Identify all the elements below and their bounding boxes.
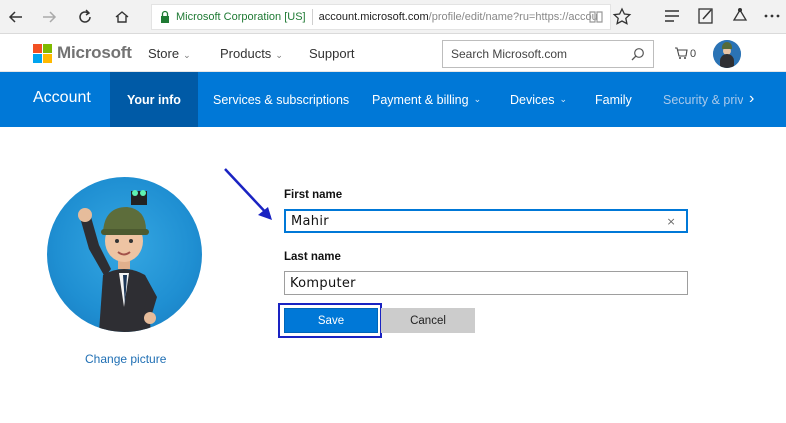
back-icon[interactable] — [4, 5, 28, 29]
notes-icon[interactable] — [696, 6, 716, 26]
browser-toolbar: Microsoft Corporation [US] account.micro… — [0, 0, 786, 34]
chevron-down-icon: ⌄ — [275, 50, 283, 60]
tab-label: Devices — [510, 92, 555, 107]
tab-your-info[interactable]: Your info — [110, 72, 198, 127]
avatar-image — [713, 40, 741, 68]
tab-label: Your info — [127, 92, 181, 107]
account-nav-bar: Account Your info Services & subscriptio… — [0, 72, 786, 127]
cart-count: 0 — [690, 47, 697, 60]
nav-products-label: Products — [220, 46, 272, 61]
nav-products[interactable]: Products ⌄ — [220, 46, 283, 61]
last-name-label: Last name — [284, 251, 341, 263]
profile-picture — [47, 177, 202, 332]
cancel-label: Cancel — [410, 314, 446, 327]
reading-view-icon[interactable] — [588, 9, 604, 25]
user-avatar[interactable] — [713, 40, 741, 68]
avatar-illustration — [78, 190, 157, 332]
tab-label: Services & subscriptions — [213, 92, 350, 107]
hub-icon[interactable] — [662, 6, 682, 26]
tab-devices[interactable]: Devices ⌄ — [510, 72, 567, 127]
save-button[interactable]: Save — [284, 308, 378, 333]
more-icon[interactable] — [762, 6, 782, 26]
url-path: /profile/edit/name?ru=https://accou — [428, 11, 598, 23]
search-icon[interactable] — [631, 47, 645, 61]
home-icon[interactable] — [110, 5, 134, 29]
nav-support[interactable]: Support — [309, 46, 355, 61]
favorite-star-icon[interactable] — [612, 7, 632, 27]
forward-icon[interactable] — [37, 5, 61, 29]
tab-label: Security & priva — [663, 92, 743, 107]
chevron-down-icon: ⌄ — [559, 94, 568, 104]
change-picture-link[interactable]: Change picture — [85, 352, 166, 366]
lock-icon — [161, 10, 169, 23]
nav-support-label: Support — [309, 46, 355, 61]
first-name-value: Mahir — [291, 213, 329, 229]
address-divider — [311, 9, 313, 25]
site-identity: Microsoft Corporation [US] — [176, 11, 306, 23]
share-icon[interactable] — [730, 6, 750, 26]
chevron-down-icon: ⌄ — [183, 50, 191, 60]
microsoft-logo-icon[interactable] — [33, 44, 52, 63]
tab-label: Payment & billing — [372, 92, 469, 107]
clear-icon[interactable]: × — [666, 215, 676, 228]
tab-family[interactable]: Family — [595, 72, 632, 127]
url-text: account.microsoft.com/profile/edit/name?… — [319, 11, 598, 23]
url-domain: account.microsoft.com — [318, 11, 429, 23]
nav-store[interactable]: Store ⌄ — [148, 46, 191, 61]
annotation-arrow-icon — [224, 168, 272, 220]
chevron-right-icon[interactable]: › — [749, 90, 754, 108]
first-name-field[interactable]: Mahir × — [284, 209, 688, 233]
site-header: Microsoft Store ⌄ Products ⌄ Support Searc… — [0, 34, 786, 72]
last-name-field[interactable]: Komputer — [284, 271, 688, 295]
address-bar[interactable]: Microsoft Corporation [US] account.micro… — [151, 4, 611, 30]
last-name-value: Komputer — [290, 275, 356, 291]
tab-payment-billing[interactable]: Payment & billing ⌄ — [372, 72, 481, 127]
save-label: Save — [317, 314, 345, 327]
cart-button[interactable]: 0 — [674, 47, 696, 60]
search-input[interactable]: Search Microsoft.com — [442, 40, 654, 68]
search-placeholder: Search Microsoft.com — [451, 47, 568, 61]
refresh-icon[interactable] — [73, 5, 97, 29]
nav-store-label: Store — [148, 46, 180, 61]
cancel-button[interactable]: Cancel — [381, 308, 475, 333]
tab-label: Family — [595, 92, 632, 107]
first-name-label: First name — [284, 189, 343, 201]
cart-icon — [675, 47, 688, 59]
chevron-down-icon: ⌄ — [473, 94, 482, 104]
tab-services-subscriptions[interactable]: Services & subscriptions — [213, 72, 349, 127]
account-title[interactable]: Account — [33, 89, 91, 107]
brand-name[interactable]: Microsoft — [57, 43, 132, 63]
tab-security-privacy[interactable]: Security & priva — [663, 72, 743, 127]
